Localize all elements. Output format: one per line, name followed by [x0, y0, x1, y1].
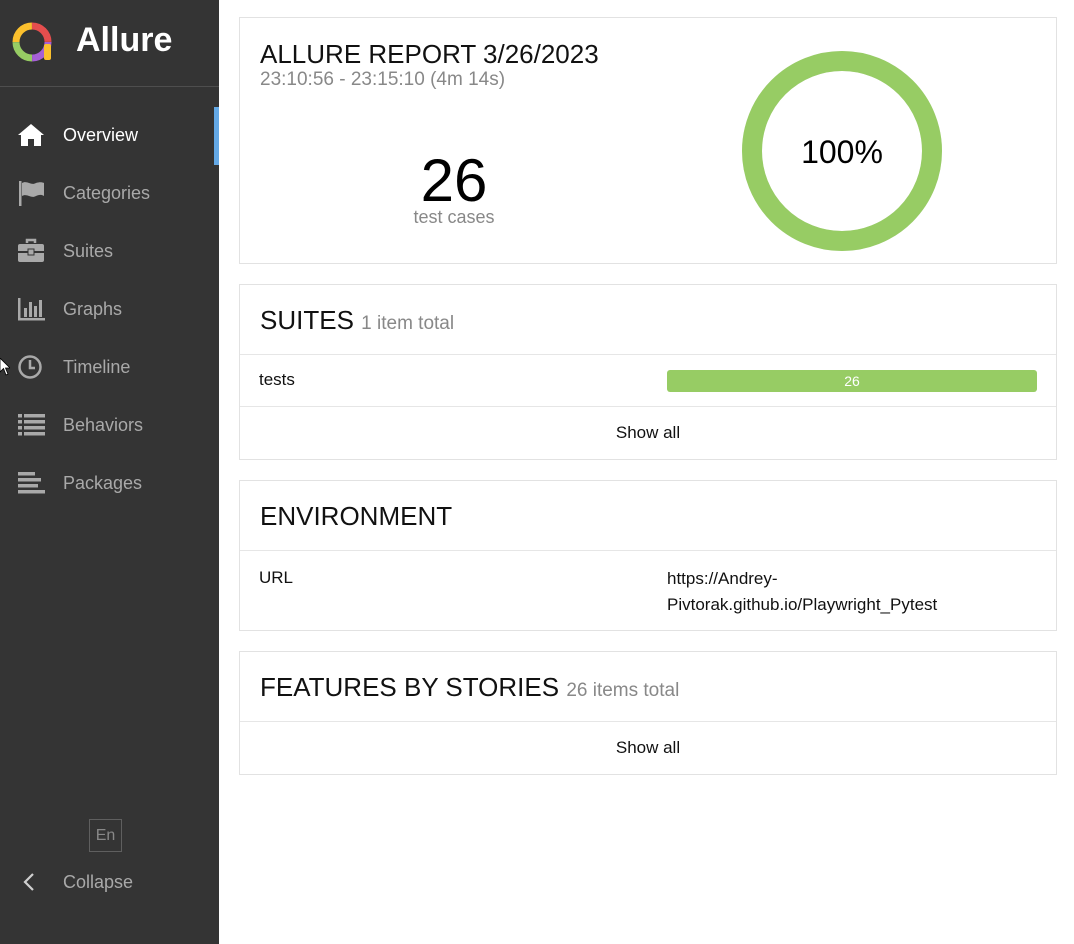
sidebar-item-label: Overview: [63, 125, 139, 145]
environment-title: ENVIRONMENT: [260, 501, 453, 531]
mouse-cursor-icon: [0, 358, 10, 376]
sidebar-item-label: Categories: [63, 183, 151, 203]
suites-show-all-link[interactable]: Show all: [240, 407, 1056, 459]
language-switcher[interactable]: En: [89, 819, 122, 852]
suites-title: SUITES: [260, 305, 354, 335]
test-count-label: test cases: [413, 207, 495, 227]
flag-icon: [19, 181, 44, 206]
sidebar-item-label: Suites: [63, 241, 114, 261]
features-widget: FEATURES BY STORIES 26 items total Show …: [239, 651, 1057, 775]
report-title: ALLURE REPORT 3/26/2023: [260, 39, 599, 69]
pass-rate-donut[interactable]: 100%: [742, 51, 942, 251]
chevron-left-icon: [23, 873, 34, 891]
sidebar-item-behaviors[interactable]: Behaviors: [0, 396, 219, 454]
home-icon: [18, 124, 44, 146]
features-header: FEATURES BY STORIES 26 items total: [240, 652, 1056, 722]
features-subtitle: 26 items total: [566, 680, 680, 701]
sidebar-item-label: Packages: [63, 473, 143, 493]
brand-header: Allure: [0, 0, 219, 87]
suite-row[interactable]: tests 26: [240, 355, 1056, 407]
sidebar-item-graphs[interactable]: Graphs: [0, 280, 219, 338]
environment-row: URL https://Andrey-Pivtorak.github.io/Pl…: [240, 551, 1056, 631]
briefcase-icon: [18, 238, 44, 262]
sidebar-item-label: Timeline: [63, 357, 131, 377]
list-icon: [18, 414, 45, 436]
allure-logo-icon[interactable]: [10, 20, 54, 64]
features-show-all-link[interactable]: Show all: [240, 722, 1056, 774]
sidebar-item-suites[interactable]: Suites: [0, 222, 219, 280]
sidebar-item-categories[interactable]: Categories: [0, 164, 219, 222]
brand-name: Allure: [76, 21, 173, 59]
sidebar-item-overview[interactable]: Overview: [0, 106, 219, 165]
report-time-range: 23:10:56 - 23:15:10 (4m 14s): [260, 69, 506, 90]
align-left-icon: [18, 472, 45, 494]
suites-header: SUITES 1 item total: [240, 285, 1056, 355]
sidebar-item-timeline[interactable]: Timeline: [0, 338, 219, 396]
suites-widget: SUITES 1 item total tests 26 Show all: [239, 284, 1057, 460]
sidebar-item-label: Behaviors: [63, 415, 144, 435]
sidebar-nav: Overview Categories Suites Graphs Timeli…: [0, 106, 219, 512]
summary-widget: ALLURE REPORT 3/26/2023 23:10:56 - 23:15…: [239, 17, 1057, 264]
environment-value: https://Andrey-Pivtorak.github.io/Playwr…: [667, 569, 938, 614]
suite-passed-bar[interactable]: 26: [667, 370, 1037, 392]
sidebar: Allure Overview Categories Suites Graphs…: [0, 0, 219, 944]
environment-key: URL: [259, 568, 294, 587]
test-count: 26: [420, 147, 488, 214]
pass-rate-text: 100%: [801, 134, 883, 170]
collapse-label: Collapse: [63, 872, 134, 892]
sidebar-item-packages[interactable]: Packages: [0, 454, 219, 512]
features-title: FEATURES BY STORIES: [260, 672, 560, 702]
clock-icon: [18, 355, 42, 379]
environment-widget: ENVIRONMENT URL https://Andrey-Pivtorak.…: [239, 480, 1057, 631]
suite-name: tests: [259, 370, 295, 389]
sidebar-item-label: Graphs: [63, 299, 123, 319]
suites-subtitle: 1 item total: [361, 313, 455, 334]
bar-chart-icon: [18, 298, 45, 321]
collapse-button[interactable]: Collapse: [0, 862, 219, 902]
environment-header: ENVIRONMENT: [240, 481, 1056, 551]
